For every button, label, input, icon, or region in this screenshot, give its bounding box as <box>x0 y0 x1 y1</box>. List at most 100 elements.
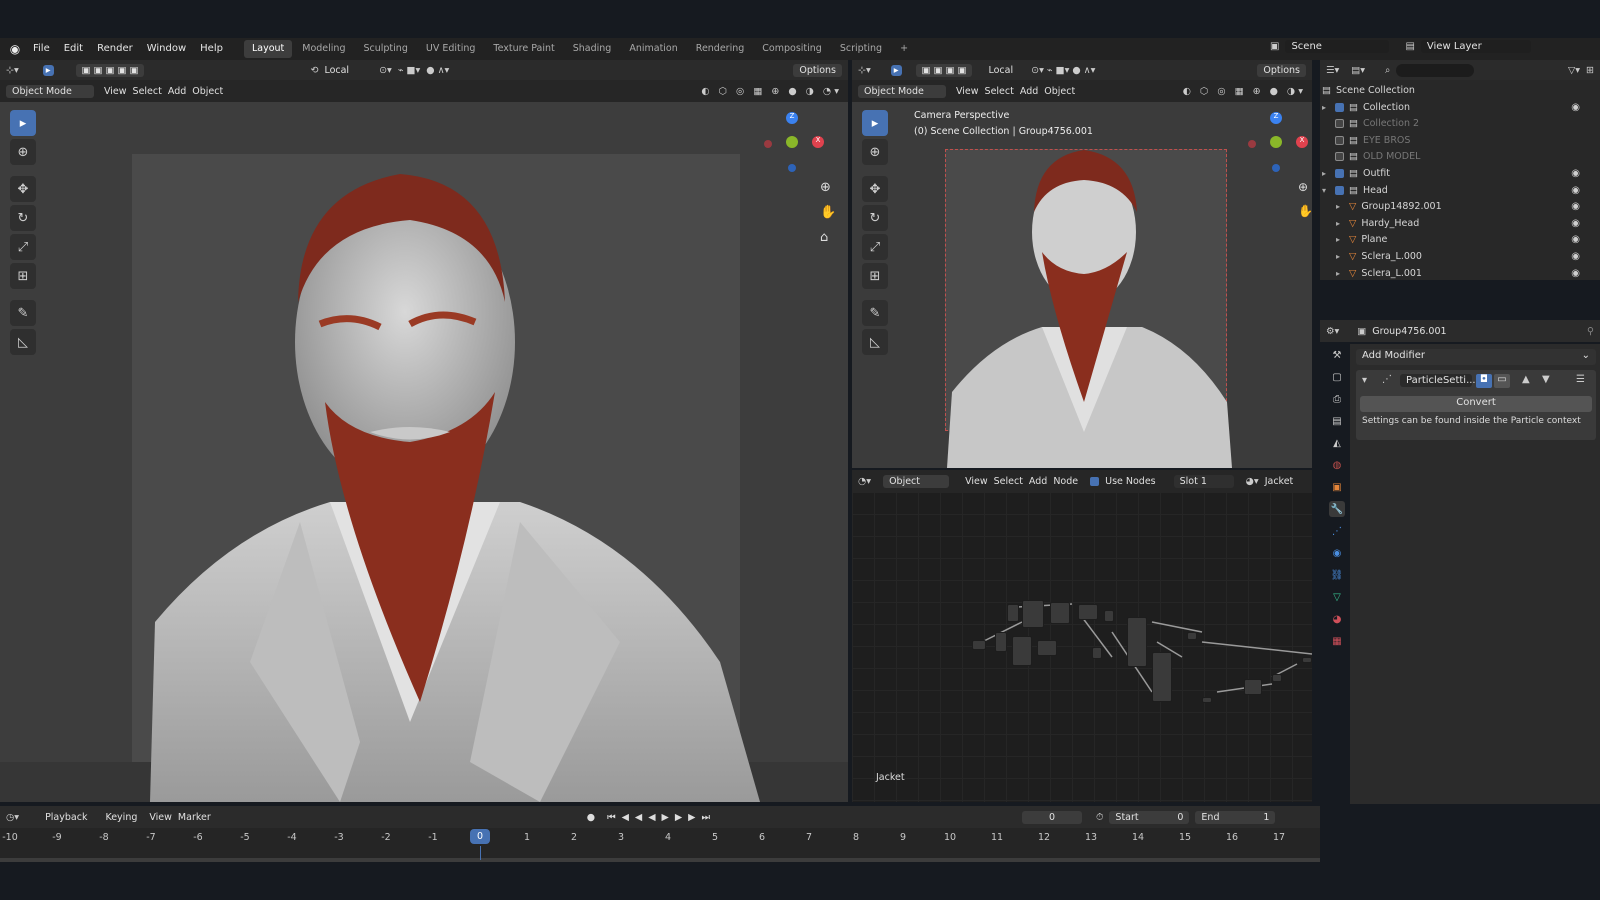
modifier-name-field[interactable]: ParticleSetti... <box>1400 374 1476 387</box>
gizmo-x-icon[interactable]: X <box>1296 136 1308 148</box>
tab-sculpting[interactable]: Sculpting <box>355 40 415 58</box>
editor-type-icon[interactable]: ⊹▾ <box>858 65 871 76</box>
annotate-icon[interactable]: ✎ <box>10 300 36 326</box>
outliner-item-label[interactable]: Sclera_L.001 <box>1361 268 1422 279</box>
move-up-icon[interactable]: ▲ <box>1522 374 1530 385</box>
expand-icon[interactable]: ▸ <box>1336 219 1344 228</box>
gizmo-neg-x-icon[interactable] <box>764 140 772 148</box>
editor-type-icon[interactable]: ⊹▾ <box>6 65 19 76</box>
menu-edit[interactable]: Edit <box>57 38 90 60</box>
menu-select[interactable]: Select <box>985 86 1014 97</box>
visibility-eye-icon[interactable]: ◉ <box>1571 168 1580 179</box>
outliner-item-label[interactable]: Plane <box>1361 234 1387 245</box>
menu-object[interactable]: Object <box>1044 86 1075 97</box>
stopwatch-icon[interactable]: ⏱ <box>1096 812 1103 823</box>
view-layer-icon[interactable]: ▤ <box>1405 41 1414 52</box>
exclude-checkbox[interactable] <box>1335 135 1344 145</box>
viewport-shading-icons[interactable]: ◐ ⬡ ◎ ▦ ⊕ ● ◑ ◔▾ <box>701 86 842 97</box>
outliner-row[interactable]: ▸ ▤ Collection ◉ <box>1322 99 1592 115</box>
menu-object[interactable]: Object <box>192 86 223 97</box>
object-tab-icon[interactable]: ▣ <box>1329 479 1345 495</box>
menu-node[interactable]: Node <box>1053 476 1078 487</box>
gizmo-y-icon[interactable] <box>1270 136 1282 148</box>
gizmo-neg-z-icon[interactable] <box>788 164 796 172</box>
outliner-row[interactable]: ▸ ▽ Sclera_L.001 ◉ <box>1322 265 1592 281</box>
add-workspace-icon[interactable]: + <box>892 40 916 58</box>
shader-node[interactable] <box>1104 610 1114 622</box>
current-frame-field[interactable]: 0 <box>1022 810 1082 824</box>
visibility-eye-icon[interactable]: ◉ <box>1571 251 1580 262</box>
menu-marker[interactable]: Marker <box>178 812 211 823</box>
rotate-icon[interactable]: ↻ <box>862 205 888 231</box>
playback-controls-icons[interactable]: ⏮◀◀◀▶▶▶⏭ <box>607 812 716 823</box>
measure-icon[interactable]: ◺ <box>862 329 888 355</box>
display-mode-icon[interactable]: ▤▾ <box>1351 65 1365 76</box>
menu-view[interactable]: View <box>956 86 979 97</box>
cursor-icon[interactable]: ⊕ <box>862 139 888 165</box>
tab-shading[interactable]: Shading <box>565 40 620 58</box>
select-box-icon[interactable]: ▸ <box>10 110 36 136</box>
outliner-item-label[interactable]: Group14892.001 <box>1361 201 1441 212</box>
move-down-icon[interactable]: ▼ <box>1542 374 1550 385</box>
start-frame-field[interactable]: Start 0 <box>1109 810 1190 824</box>
visibility-eye-icon[interactable]: ◉ <box>1571 234 1580 245</box>
pan-hand-icon[interactable]: ✋ <box>1298 204 1312 218</box>
modifier-tab-icon[interactable]: 🔧 <box>1329 501 1345 517</box>
outliner-row[interactable]: ▸ ▤ Outfit ◉ <box>1322 165 1592 181</box>
visibility-eye-icon[interactable]: ◉ <box>1571 268 1580 279</box>
outliner-row[interactable]: ▤ EYE BROS <box>1322 132 1592 148</box>
menu-view[interactable]: View <box>104 86 127 97</box>
visibility-eye-icon[interactable]: ◉ <box>1571 102 1580 113</box>
shader-node[interactable] <box>1007 604 1019 622</box>
select-tool-icon[interactable]: ▸ <box>890 64 902 76</box>
expand-icon[interactable]: ▸ <box>1336 269 1344 278</box>
scene-selector[interactable]: Scene <box>1285 40 1390 53</box>
outliner-item-label[interactable]: EYE BROS <box>1363 135 1410 146</box>
zoom-icon[interactable]: ⊕ <box>820 180 836 195</box>
playback-menu[interactable]: Playback <box>39 811 93 824</box>
shader-node[interactable] <box>972 640 986 650</box>
outliner-item-label[interactable]: Sclera_L.000 <box>1361 251 1422 262</box>
outliner-item-label[interactable]: Collection 2 <box>1363 118 1419 129</box>
navigation-gizmo[interactable]: Z X <box>764 112 828 176</box>
zoom-icon[interactable]: ⊕ <box>1298 180 1312 194</box>
blender-logo-icon[interactable]: ◉ <box>4 42 26 56</box>
outliner-editor-type-icon[interactable]: ☰▾ <box>1326 65 1339 76</box>
expand-icon[interactable]: ▸ <box>1336 235 1344 244</box>
current-frame-indicator[interactable]: 0 <box>470 829 490 844</box>
pivot-icon[interactable]: ⊙▾ <box>379 65 392 76</box>
gizmo-x-icon[interactable]: X <box>812 136 824 148</box>
transform-icon[interactable]: ⊞ <box>862 263 888 289</box>
shader-node[interactable] <box>1050 602 1070 624</box>
transform-icon[interactable]: ⊞ <box>10 263 36 289</box>
outliner-item-label[interactable]: Head <box>1363 185 1388 196</box>
collapse-icon[interactable]: ▾ <box>1362 375 1367 386</box>
texture-tab-icon[interactable]: ▦ <box>1329 633 1345 649</box>
scene-tab-icon[interactable]: ◭ <box>1329 435 1345 451</box>
timeline-editor-icon[interactable]: ◷▾ <box>6 812 19 823</box>
exclude-checkbox[interactable] <box>1335 168 1344 178</box>
world-tab-icon[interactable]: ◍ <box>1329 457 1345 473</box>
select-tool-icon[interactable]: ▸ <box>42 64 54 76</box>
right-viewport[interactable]: Camera Perspective (0) Scene Collection … <box>852 102 1312 468</box>
select-box-icon[interactable]: ▸ <box>862 110 888 136</box>
keying-menu[interactable]: Keying <box>99 811 143 824</box>
outliner-item-label[interactable]: Hardy_Head <box>1361 218 1419 229</box>
outliner-row[interactable]: ▸ ▽ Plane ◉ <box>1322 232 1592 248</box>
particles-tab-icon[interactable]: ⋰ <box>1329 523 1345 539</box>
menu-add[interactable]: Add <box>168 86 186 97</box>
editor-type-icon[interactable]: ◔▾ <box>858 476 871 487</box>
options-dropdown[interactable]: Options <box>1257 63 1306 77</box>
shader-node[interactable] <box>995 632 1007 652</box>
end-frame-field[interactable]: End 1 <box>1195 810 1276 824</box>
tab-animation[interactable]: Animation <box>621 40 685 58</box>
outliner-search-input[interactable] <box>1396 63 1475 77</box>
scale-icon[interactable]: ⤢ <box>862 234 888 260</box>
modifier-menu-icon[interactable]: ☰ <box>1576 374 1585 385</box>
shader-node[interactable] <box>1272 674 1282 682</box>
menu-view[interactable]: View <box>149 812 172 823</box>
outliner-row[interactable]: ▸ ▽ Group14892.001 ◉ <box>1322 199 1592 215</box>
use-nodes-checkbox[interactable] <box>1090 476 1100 486</box>
tab-compositing[interactable]: Compositing <box>754 40 830 58</box>
scene-icon[interactable]: ▣ <box>1270 41 1279 52</box>
